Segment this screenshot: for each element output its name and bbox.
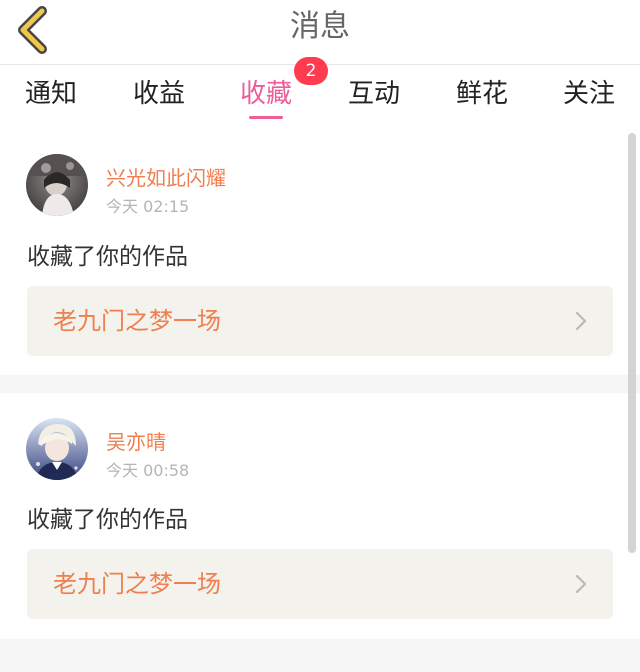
username[interactable]: 兴光如此闪耀 (106, 162, 226, 191)
chevron-right-icon (575, 574, 587, 594)
tab-favorites[interactable]: 收藏 2 (240, 57, 328, 123)
scrollbar[interactable] (628, 133, 636, 553)
tab-interactions[interactable]: 互动 (348, 65, 400, 123)
tab-bar: 通知 收益 收藏 2 互动 鲜花 关注 (0, 57, 640, 123)
work-link[interactable]: 老九门之梦一场 (27, 286, 613, 356)
chevron-right-icon (575, 311, 587, 331)
timestamp: 今天 00:58 (106, 461, 190, 480)
tab-label: 通知 (25, 79, 78, 109)
tab-earnings[interactable]: 收益 (133, 65, 185, 123)
avatar[interactable] (26, 418, 88, 480)
action-text: 收藏了你的作品 (27, 244, 188, 270)
tab-label: 互动 (348, 79, 401, 109)
page-title: 消息 (290, 9, 350, 44)
avatar[interactable] (26, 154, 88, 216)
tab-following[interactable]: 关注 (563, 65, 615, 123)
unread-count-badge: 2 (294, 57, 328, 85)
work-title: 老九门之梦一场 (53, 570, 221, 598)
message-card: 兴光如此闪耀 今天 02:15 收藏了你的作品 老九门之梦一场 (0, 123, 640, 375)
header-bar: 消息 (0, 0, 640, 65)
action-text: 收藏了你的作品 (27, 507, 188, 533)
tab-label: 关注 (563, 79, 616, 109)
tab-label: 收益 (133, 79, 186, 109)
username[interactable]: 吴亦晴 (106, 426, 166, 455)
tab-label: 收藏 (240, 79, 293, 109)
message-list[interactable]: 兴光如此闪耀 今天 02:15 收藏了你的作品 老九门之梦一场 吴亦晴 今天 0… (0, 123, 640, 672)
tab-notifications[interactable]: 通知 (25, 65, 77, 123)
timestamp: 今天 02:15 (106, 197, 190, 216)
tab-flowers[interactable]: 鲜花 (456, 65, 508, 123)
message-card: 吴亦晴 今天 00:58 收藏了你的作品 老九门之梦一场 (0, 393, 640, 639)
work-title: 老九门之梦一场 (53, 307, 221, 335)
work-link[interactable]: 老九门之梦一场 (27, 549, 613, 619)
active-tab-indicator (249, 116, 283, 119)
tab-label: 鲜花 (456, 79, 509, 109)
